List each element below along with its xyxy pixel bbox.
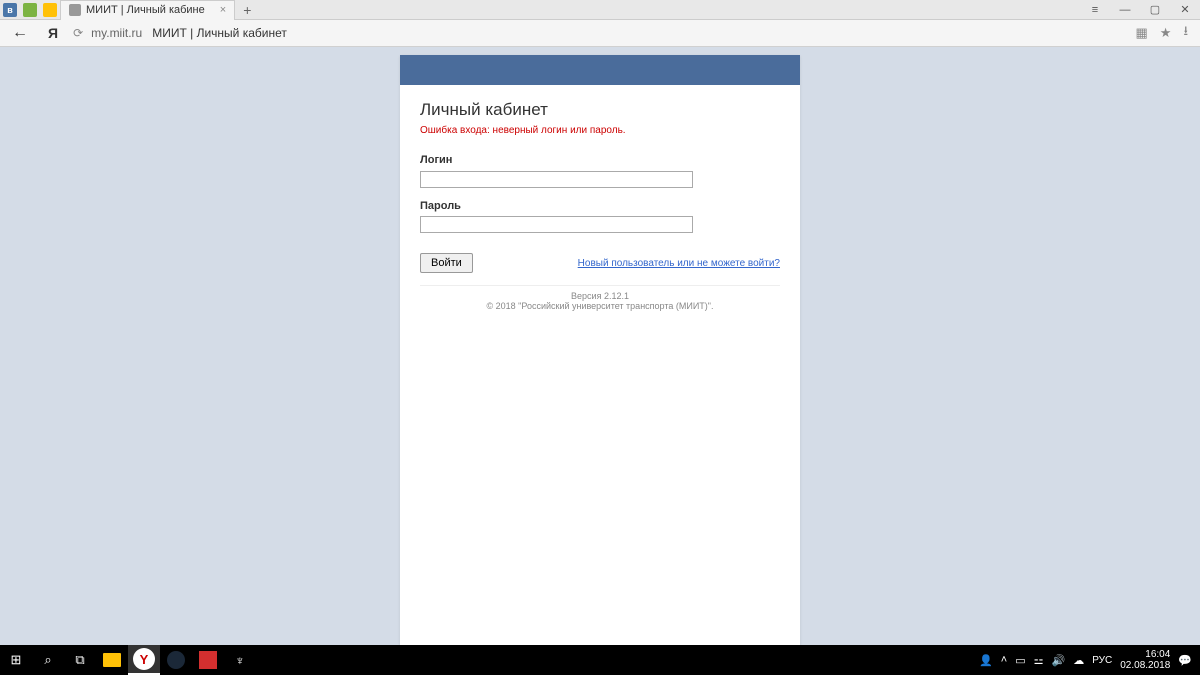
submit-row: Войти Новый пользователь или не можете в…: [420, 253, 780, 273]
panel-header: [400, 55, 800, 85]
panel-body: Личный кабинет Ошибка входа: неверный ло…: [400, 85, 800, 329]
tray-time: 16:04: [1120, 649, 1170, 660]
tray-people-icon[interactable]: 👤: [979, 654, 993, 667]
extension-icon[interactable]: ▦: [1135, 25, 1147, 41]
submit-button[interactable]: Войти: [420, 253, 473, 273]
browser-tab-bar: в МИИТ | Личный кабине × + ≡ — ▢ ✕: [0, 0, 1200, 20]
taskbar-steam[interactable]: [160, 645, 192, 675]
pinned-tab-2[interactable]: [20, 0, 40, 20]
tray-wifi-icon[interactable]: ⚍: [1034, 654, 1044, 667]
close-window-button[interactable]: ✕: [1170, 0, 1200, 19]
minimize-button[interactable]: —: [1110, 0, 1140, 19]
tab-close-icon[interactable]: ×: [220, 4, 226, 16]
system-tray: 👤 ˄ ▭ ⚍ 🔊 ☁ РУС 16:04 02.08.2018 💬: [979, 649, 1200, 671]
taskbar: ⊞ ⌕ ⧉ Y ♆ 👤 ˄ ▭ ⚍ 🔊 ☁ РУС 16:04 02.08.20…: [0, 645, 1200, 675]
pinned-tab-vk[interactable]: в: [0, 0, 20, 20]
reload-icon[interactable]: ⟳: [73, 26, 83, 40]
window-controls: ≡ — ▢ ✕: [1080, 0, 1200, 19]
password-input[interactable]: [420, 216, 693, 233]
login-panel: Личный кабинет Ошибка входа: неверный ло…: [400, 55, 800, 645]
taskbar-yandex-browser[interactable]: Y: [128, 645, 160, 675]
tab-title: МИИТ | Личный кабине: [86, 4, 205, 16]
taskbar-app-mu[interactable]: ♆: [224, 645, 256, 675]
back-button[interactable]: ←: [12, 24, 28, 42]
tray-volume-icon[interactable]: 🔊: [1052, 654, 1066, 667]
hamburger-icon[interactable]: ≡: [1080, 0, 1110, 19]
tray-battery-icon[interactable]: ▭: [1015, 654, 1025, 667]
tray-language[interactable]: РУС: [1092, 655, 1112, 666]
tray-clock[interactable]: 16:04 02.08.2018: [1120, 649, 1170, 671]
address-bar-right: ▦ ★ ⭳: [1135, 22, 1188, 44]
url-domain: my.miit.ru: [91, 26, 142, 40]
search-button[interactable]: ⌕: [32, 645, 64, 675]
task-view-button[interactable]: ⧉: [64, 645, 96, 675]
version-text: Версия 2.12.1: [420, 291, 780, 301]
page-content: Личный кабинет Ошибка входа: неверный ло…: [0, 47, 1200, 645]
start-button[interactable]: ⊞: [0, 645, 32, 675]
taskbar-explorer[interactable]: [96, 645, 128, 675]
pinned-tab-3[interactable]: [40, 0, 60, 20]
maximize-button[interactable]: ▢: [1140, 0, 1170, 19]
url-page-title: МИИТ | Личный кабинет: [152, 26, 287, 40]
tray-cloud-icon[interactable]: ☁: [1073, 654, 1084, 667]
login-input[interactable]: [420, 171, 693, 188]
tray-notifications-icon[interactable]: 💬: [1178, 654, 1192, 667]
panel-footer: Версия 2.12.1 © 2018 "Российский универс…: [420, 285, 780, 319]
page-title: Личный кабинет: [420, 100, 780, 120]
copyright-text: © 2018 "Российский университет транспорт…: [420, 301, 780, 311]
address-bar: ← Я ⟳ my.miit.ru МИИТ | Личный кабинет ▦…: [0, 20, 1200, 47]
active-tab[interactable]: МИИТ | Личный кабине ×: [60, 0, 235, 20]
bookmark-icon[interactable]: ★: [1160, 25, 1172, 41]
password-label: Пароль: [420, 200, 780, 212]
new-tab-button[interactable]: +: [235, 2, 259, 18]
tray-chevron-up-icon[interactable]: ˄: [1001, 654, 1007, 666]
yandex-logo[interactable]: Я: [48, 25, 58, 41]
tray-date: 02.08.2018: [1120, 660, 1170, 671]
pinned-tabs: в: [0, 0, 60, 19]
login-label: Логин: [420, 154, 780, 166]
url-field[interactable]: ⟳ my.miit.ru МИИТ | Личный кабинет: [73, 26, 1135, 40]
error-message: Ошибка входа: неверный логин или пароль.: [420, 125, 780, 136]
tab-favicon: [69, 4, 81, 16]
login-group: Логин: [420, 154, 780, 188]
help-link[interactable]: Новый пользователь или не можете войти?: [578, 258, 780, 269]
password-group: Пароль: [420, 200, 780, 234]
taskbar-app-red[interactable]: [192, 645, 224, 675]
download-icon[interactable]: ⭳: [1183, 22, 1188, 44]
